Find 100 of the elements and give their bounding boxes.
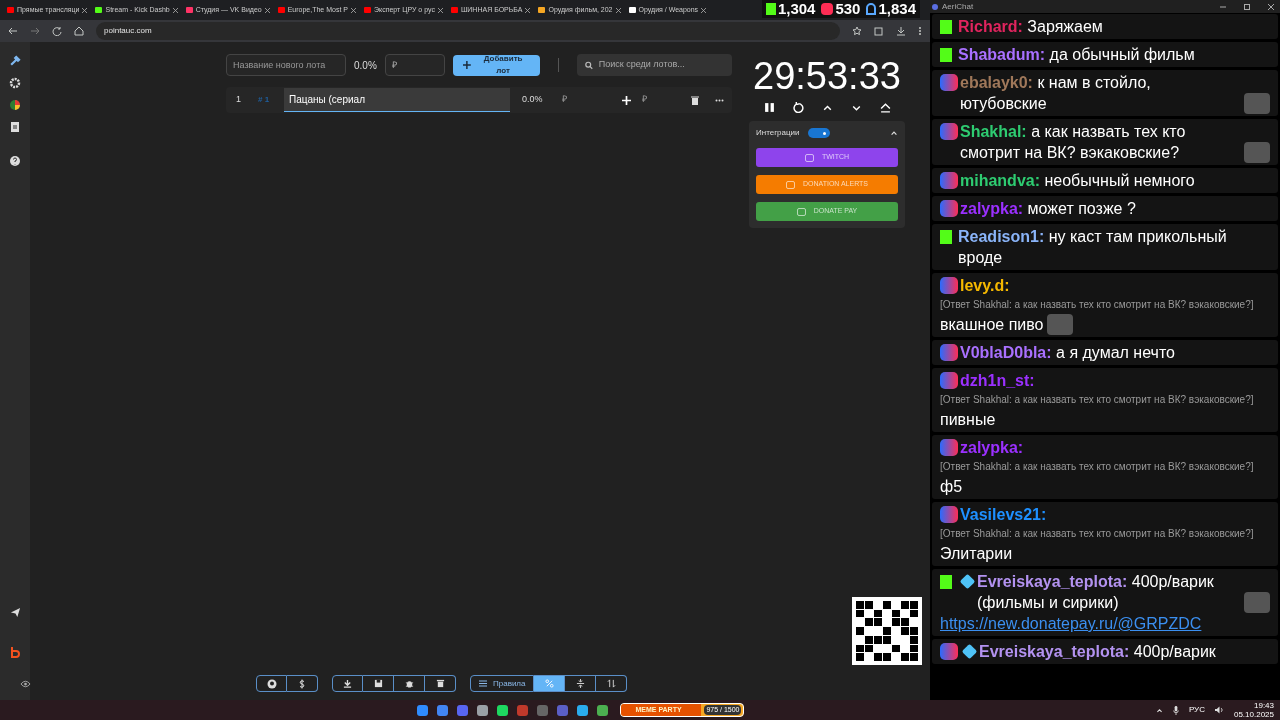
back-icon[interactable] [8, 26, 18, 36]
live-badge-icon [940, 123, 958, 140]
close-icon[interactable] [615, 7, 621, 13]
paper-plane-icon[interactable] [9, 607, 21, 618]
chat-line: mihandva: необычный немного [960, 171, 1195, 191]
integrations-toggle[interactable] [807, 128, 830, 138]
window-title: AeriChat [942, 2, 974, 11]
rules-button[interactable]: Правила [470, 675, 535, 692]
chat-link[interactable]: https://new.donatepay.ru/@GRPZDC [940, 613, 1270, 634]
search-bar[interactable]: Поиск среди лотов... [576, 54, 732, 76]
live-badge-icon [940, 439, 958, 456]
menu-icon[interactable] [918, 26, 922, 36]
sort-button[interactable] [596, 675, 628, 692]
close-icon[interactable] [351, 7, 356, 13]
person-icon [866, 3, 877, 15]
help-icon[interactable] [9, 155, 21, 167]
app-icon[interactable] [457, 704, 469, 716]
microphone-icon[interactable] [1172, 705, 1179, 715]
close-icon[interactable] [172, 7, 178, 13]
chat-text: пивные [940, 410, 996, 430]
integrations-label: Интеграции [756, 127, 800, 139]
app-icon[interactable] [597, 704, 609, 716]
download-button[interactable] [332, 675, 363, 692]
live-badge-icon [940, 277, 958, 294]
app-icon[interactable] [437, 704, 449, 716]
dollar-icon [299, 678, 305, 689]
chat-username: Vasilevs21: [960, 505, 1047, 525]
home-icon[interactable] [74, 26, 84, 36]
live-badge-icon [940, 200, 958, 217]
plus-icon [462, 61, 471, 69]
star-icon[interactable] [852, 26, 862, 36]
close-icon[interactable] [437, 7, 443, 13]
url-text: pointauc.com [104, 25, 152, 37]
pause-icon[interactable] [763, 102, 775, 113]
bug-icon [404, 679, 414, 688]
restart-icon[interactable] [792, 102, 804, 113]
amount-field[interactable]: ₽ [384, 54, 445, 76]
live-badge-icon [940, 372, 958, 389]
forward-icon[interactable] [30, 26, 40, 36]
kick-badge-icon [940, 230, 952, 244]
amount-field[interactable]: ₽ [562, 93, 612, 107]
app-icon[interactable] [477, 704, 489, 716]
reply-text: [Ответ Shakhal: а как назвать тех кто смотрит на ВК? вэкаковские?] [940, 460, 1255, 474]
search-field[interactable]: Поиск среди лотов... [598, 58, 724, 72]
app-icon[interactable] [577, 704, 589, 716]
chevron-up-icon[interactable] [1155, 706, 1163, 714]
clipboard-icon[interactable] [10, 121, 20, 133]
download-icon[interactable] [896, 26, 906, 36]
plus-icon[interactable] [622, 95, 631, 105]
collapse-icon[interactable] [890, 129, 898, 137]
live-badge-icon [940, 74, 958, 91]
save-button[interactable] [363, 675, 394, 692]
chevron-up-icon[interactable] [821, 102, 833, 113]
settings-icon[interactable] [9, 77, 21, 89]
clear-button[interactable] [425, 675, 456, 692]
eject-icon[interactable] [879, 102, 891, 113]
eye-icon[interactable] [19, 680, 31, 688]
close-icon[interactable] [264, 7, 270, 13]
chat-line: Evreiskaya_teplota: 400р/варик [979, 642, 1216, 662]
hammer-icon[interactable] [8, 54, 22, 67]
speaker-icon[interactable] [1214, 706, 1224, 714]
new-lot-field[interactable]: Название нового лота [226, 54, 346, 76]
close-icon[interactable] [82, 7, 88, 13]
lot-number: # 1 [258, 94, 271, 106]
percent-icon [545, 679, 554, 688]
add-amount-field[interactable]: ₽ [642, 93, 672, 107]
language-indicator[interactable]: РУС [1188, 704, 1205, 716]
clock-date[interactable]: 05.10.2025 [1233, 710, 1274, 719]
maximize-icon[interactable] [1244, 3, 1250, 10]
app-icon[interactable] [497, 704, 509, 716]
live-badge-icon [940, 643, 958, 660]
bug-button[interactable] [394, 675, 425, 692]
clock-time[interactable]: 19:43 [1254, 701, 1274, 710]
chat-text: Элитарии [940, 544, 1013, 564]
viewer-count: 530 [835, 0, 861, 19]
close-icon[interactable] [701, 7, 707, 13]
split-button[interactable] [565, 675, 597, 692]
trash-icon [435, 679, 445, 688]
minimize-icon[interactable] [1220, 3, 1226, 10]
address-bar[interactable]: pointauc.com [96, 22, 840, 40]
github-button[interactable] [256, 675, 287, 692]
more-icon[interactable] [715, 98, 724, 102]
app-icon [932, 3, 938, 10]
reply-text: [Ответ Shakhal: а как назвать тех кто смотрит на ВК? вэкаковские?] [940, 527, 1255, 541]
percent-button[interactable] [534, 675, 566, 692]
close-icon[interactable] [525, 7, 531, 13]
logo-icon[interactable] [10, 646, 20, 658]
lot-name-field[interactable]: Пацаны (сериал [284, 88, 510, 112]
chat-line: Readison1: ну каст там прикольный вроде [958, 227, 1228, 268]
reload-icon[interactable] [52, 26, 62, 36]
donate-button[interactable] [287, 675, 318, 692]
add-lot-button[interactable]: Добавить лот [452, 54, 540, 76]
pie-chart-icon[interactable] [9, 99, 21, 111]
extensions-icon[interactable] [874, 26, 884, 36]
donation-alerts-logo-icon [785, 180, 795, 189]
kick-badge-icon [940, 575, 952, 589]
close-icon[interactable] [1268, 3, 1274, 10]
sort-icon [607, 679, 616, 688]
app-icon[interactable] [417, 704, 429, 716]
trash-icon[interactable] [691, 95, 699, 105]
